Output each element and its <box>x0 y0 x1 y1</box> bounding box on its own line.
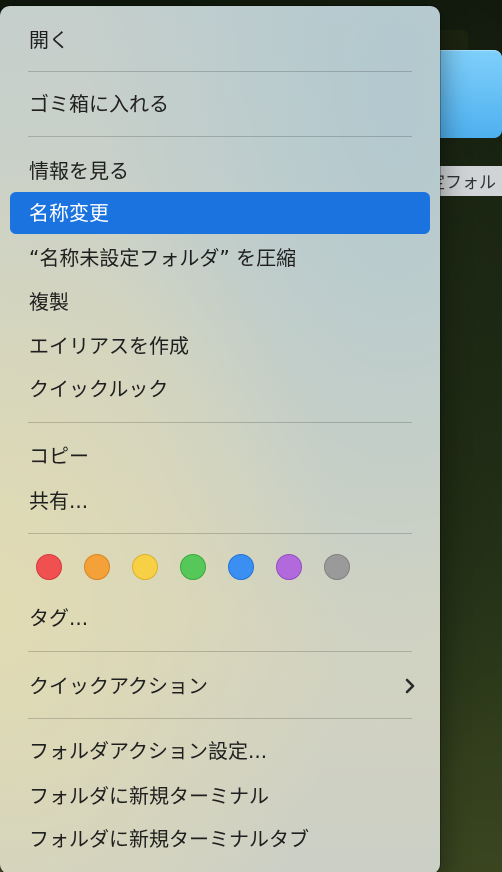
menu-item-new-terminal-tab[interactable]: フォルダに新規ターミナルタブ <box>10 818 430 860</box>
tag-green-dot[interactable] <box>180 554 206 580</box>
menu-item-new-terminal[interactable]: フォルダに新規ターミナル <box>10 775 430 817</box>
menu-item-compress[interactable]: “名称未設定フォルダ” を圧縮 <box>10 237 430 279</box>
menu-item-get-info[interactable]: 情報を見る <box>10 150 430 192</box>
menu-item-duplicate[interactable]: 複製 <box>10 281 430 323</box>
menu-item-open[interactable]: 開く <box>10 19 430 61</box>
menu-separator <box>28 533 412 534</box>
menu-item-share[interactable]: 共有... <box>10 480 430 522</box>
menu-separator <box>28 651 412 652</box>
menu-item-rename[interactable]: 名称変更 <box>10 192 430 234</box>
tag-orange-dot[interactable] <box>84 554 110 580</box>
menu-item-quick-actions[interactable]: クイックアクション <box>10 665 430 707</box>
tag-gray-dot[interactable] <box>324 554 350 580</box>
chevron-right-icon <box>404 665 416 722</box>
menu-item-copy[interactable]: コピー <box>10 435 430 477</box>
tag-purple-dot[interactable] <box>276 554 302 580</box>
menu-item-tags[interactable]: タグ... <box>10 597 430 639</box>
menu-item-folder-actions[interactable]: フォルダアクション設定... <box>10 730 430 772</box>
tag-red-dot[interactable] <box>36 554 62 580</box>
menu-item-move-to-trash[interactable]: ゴミ箱に入れる <box>10 83 430 125</box>
menu-item-quick-actions-label: クイックアクション <box>29 674 208 698</box>
context-menu: 開く ゴミ箱に入れる 情報を見る 名称変更 “名称未設定フォルダ” を圧縮 複製… <box>0 6 440 872</box>
menu-separator <box>28 71 412 72</box>
menu-separator <box>28 422 412 423</box>
menu-item-quick-look[interactable]: クイックルック <box>10 368 430 410</box>
menu-separator <box>28 136 412 137</box>
menu-separator <box>28 718 412 719</box>
tag-yellow-dot[interactable] <box>132 554 158 580</box>
menu-item-make-alias[interactable]: エイリアスを作成 <box>10 325 430 367</box>
tag-blue-dot[interactable] <box>228 554 254 580</box>
